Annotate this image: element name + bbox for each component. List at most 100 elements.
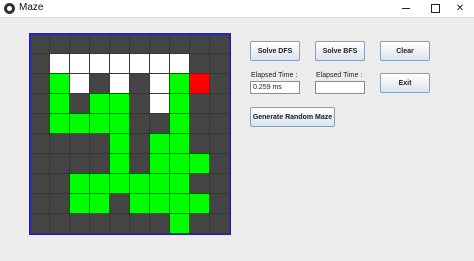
maze-cell-open[interactable] (70, 74, 90, 94)
maze-grid[interactable] (29, 33, 231, 235)
maximize-button[interactable] (421, 0, 449, 17)
maze-cell-wall[interactable] (190, 34, 210, 54)
maze-cell-open[interactable] (110, 54, 130, 74)
maze-cell-open[interactable] (130, 54, 150, 74)
maze-cell-wall[interactable] (30, 174, 50, 194)
maze-cell-wall[interactable] (150, 34, 170, 54)
maze-cell-path[interactable] (170, 154, 190, 174)
maze-cell-wall[interactable] (90, 74, 110, 94)
maze-cell-path[interactable] (130, 174, 150, 194)
maze-cell-wall[interactable] (150, 214, 170, 234)
maze-cell-path[interactable] (110, 134, 130, 154)
maze-cell-path[interactable] (170, 194, 190, 214)
maze-cell-path[interactable] (90, 94, 110, 114)
maze-cell-path[interactable] (70, 194, 90, 214)
maze-cell-wall[interactable] (210, 34, 230, 54)
maze-cell-path[interactable] (90, 114, 110, 134)
maze-cell-path[interactable] (150, 194, 170, 214)
exit-button[interactable]: Exit (380, 73, 430, 93)
maze-cell-wall[interactable] (130, 74, 150, 94)
maze-cell-wall[interactable] (190, 114, 210, 134)
maze-cell-wall[interactable] (210, 54, 230, 74)
maze-cell-wall[interactable] (130, 214, 150, 234)
maze-cell-wall[interactable] (70, 94, 90, 114)
solve-dfs-button[interactable]: Solve DFS (250, 41, 300, 61)
maze-cell-wall[interactable] (50, 154, 70, 174)
maze-cell-wall[interactable] (50, 34, 70, 54)
maze-cell-wall[interactable] (30, 194, 50, 214)
maze-cell-wall[interactable] (210, 114, 230, 134)
maze-cell-path[interactable] (170, 214, 190, 234)
maze-cell-wall[interactable] (210, 74, 230, 94)
maze-cell-path[interactable] (150, 174, 170, 194)
maze-cell-open[interactable] (170, 54, 190, 74)
maze-cell-path[interactable] (130, 194, 150, 214)
maze-cell-wall[interactable] (30, 34, 50, 54)
maze-cell-path[interactable] (70, 174, 90, 194)
maze-cell-wall[interactable] (190, 174, 210, 194)
maze-cell-wall[interactable] (110, 214, 130, 234)
maze-cell-wall[interactable] (210, 194, 230, 214)
maze-cell-wall[interactable] (190, 214, 210, 234)
maze-cell-path[interactable] (190, 194, 210, 214)
maze-cell-path[interactable] (170, 174, 190, 194)
maze-cell-open[interactable] (150, 94, 170, 114)
maze-cell-open[interactable] (90, 54, 110, 74)
maze-cell-path[interactable] (150, 154, 170, 174)
maze-cell-wall[interactable] (130, 94, 150, 114)
maze-cell-path[interactable] (90, 194, 110, 214)
maze-cell-wall[interactable] (30, 94, 50, 114)
maze-cell-wall[interactable] (150, 114, 170, 134)
maze-cell-open[interactable] (50, 54, 70, 74)
maze-cell-wall[interactable] (90, 214, 110, 234)
maze-cell-path[interactable] (190, 154, 210, 174)
maze-cell-path[interactable] (110, 154, 130, 174)
generate-random-maze-button[interactable]: Generate Random Maze (250, 107, 335, 127)
maze-cell-wall[interactable] (130, 134, 150, 154)
maze-cell-wall[interactable] (90, 134, 110, 154)
maze-cell-wall[interactable] (190, 134, 210, 154)
maze-cell-wall[interactable] (50, 134, 70, 154)
maze-cell-wall[interactable] (130, 114, 150, 134)
maze-cell-path[interactable] (50, 94, 70, 114)
maze-cell-wall[interactable] (50, 174, 70, 194)
maze-cell-wall[interactable] (30, 134, 50, 154)
maze-cell-path[interactable] (170, 134, 190, 154)
maze-cell-wall[interactable] (50, 194, 70, 214)
maze-cell-path[interactable] (110, 94, 130, 114)
maze-cell-open[interactable] (150, 54, 170, 74)
maze-cell-wall[interactable] (70, 134, 90, 154)
maze-cell-open[interactable] (150, 74, 170, 94)
maze-cell-wall[interactable] (30, 214, 50, 234)
minimize-button[interactable] (392, 0, 420, 17)
maze-cell-wall[interactable] (30, 54, 50, 74)
maze-cell-wall[interactable] (30, 114, 50, 134)
maze-cell-wall[interactable] (70, 154, 90, 174)
maze-cell-wall[interactable] (190, 94, 210, 114)
elapsed-time-field-dfs[interactable]: 0.259 ms (250, 81, 300, 94)
elapsed-time-field-bfs[interactable] (315, 81, 365, 94)
maze-cell-path[interactable] (170, 74, 190, 94)
maze-cell-wall[interactable] (190, 54, 210, 74)
maze-cell-path[interactable] (90, 174, 110, 194)
maze-cell-path[interactable] (110, 174, 130, 194)
maze-cell-wall[interactable] (110, 194, 130, 214)
maze-cell-path[interactable] (170, 114, 190, 134)
maze-cell-wall[interactable] (110, 34, 130, 54)
maze-cell-open[interactable] (70, 54, 90, 74)
maze-cell-path[interactable] (110, 114, 130, 134)
maze-cell-path[interactable] (70, 114, 90, 134)
maze-cell-wall[interactable] (210, 154, 230, 174)
maze-cell-wall[interactable] (210, 214, 230, 234)
maze-cell-wall[interactable] (90, 34, 110, 54)
maze-cell-path[interactable] (50, 74, 70, 94)
maze-cell-path[interactable] (170, 94, 190, 114)
clear-button[interactable]: Clear (380, 41, 430, 61)
maze-cell-wall[interactable] (90, 154, 110, 174)
maze-cell-wall[interactable] (30, 154, 50, 174)
maze-cell-wall[interactable] (210, 134, 230, 154)
maze-cell-wall[interactable] (130, 154, 150, 174)
maze-cell-wall[interactable] (130, 34, 150, 54)
maze-cell-wall[interactable] (50, 214, 70, 234)
maze-cell-wall[interactable] (30, 74, 50, 94)
